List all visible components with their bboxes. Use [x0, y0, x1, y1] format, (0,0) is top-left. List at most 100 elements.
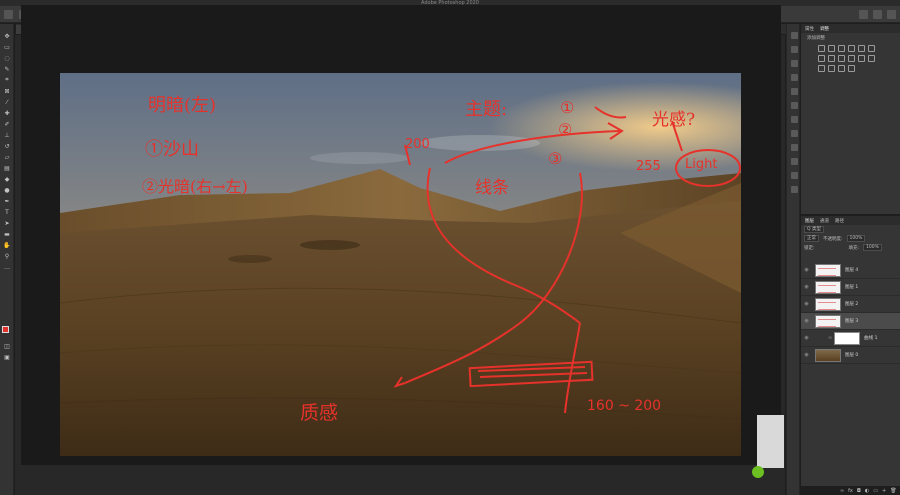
levels-icon[interactable] [828, 45, 835, 52]
hue-saturation-icon[interactable] [868, 45, 875, 52]
workspace-icon[interactable] [873, 9, 882, 19]
color-lookup-icon[interactable] [858, 55, 865, 62]
visibility-eye-icon[interactable]: ◉ [803, 335, 810, 341]
type-tool-icon[interactable]: T [3, 208, 11, 216]
layer-row[interactable]: ◉ 图层 0 [801, 347, 900, 364]
annotation-circle-3: ③ [548, 149, 563, 168]
exposure-icon[interactable] [848, 45, 855, 52]
add-mask-icon[interactable]: ◘ [857, 488, 861, 494]
curves-icon[interactable] [838, 45, 845, 52]
pen-tool-icon[interactable]: ✒ [3, 197, 11, 205]
tab-channels[interactable]: 通道 [820, 218, 829, 224]
layer-row[interactable]: ◉ 图层 2 [801, 296, 900, 313]
new-group-icon[interactable]: ▭ [873, 488, 878, 494]
gradient-tool-icon[interactable]: ▤ [3, 164, 11, 172]
crop-tool-icon[interactable]: ⌗ [3, 76, 11, 84]
info-panel-icon[interactable] [791, 172, 798, 179]
layer-mask-thumbnail[interactable] [834, 331, 861, 345]
glyphs-panel-icon[interactable] [791, 144, 798, 151]
color-balance-icon[interactable] [818, 55, 825, 62]
threshold-icon[interactable] [828, 65, 835, 72]
screen-mode-icon[interactable]: ▣ [3, 353, 11, 361]
move-tool-icon[interactable]: ✥ [3, 32, 11, 40]
layer-name: 曲线 1 [864, 336, 878, 341]
channel-mixer-icon[interactable] [848, 55, 855, 62]
hand-tool-icon[interactable]: ✋ [3, 241, 11, 249]
stamp-tool-icon[interactable]: ⊥ [3, 131, 11, 139]
status-indicator-icon[interactable] [752, 466, 764, 478]
adjustment-layer-row[interactable]: ◉ ∞ 曲线 1 [801, 330, 900, 347]
path-select-tool-icon[interactable]: ➤ [3, 219, 11, 227]
eyedropper-tool-icon[interactable]: ⁄ [3, 98, 11, 106]
blur-tool-icon[interactable]: ◆ [3, 175, 11, 183]
frame-tool-icon[interactable]: ⊠ [3, 87, 11, 95]
layer-kind-filter[interactable]: Q 类型 [804, 226, 824, 233]
new-layer-icon[interactable]: + [882, 488, 886, 494]
annotation-range: 160 ~ 200 [587, 398, 662, 414]
more-tools-icon[interactable]: … [3, 263, 11, 271]
blend-mode-select[interactable]: 正常 [804, 235, 819, 242]
desert-photo[interactable]: 明暗(左) ①沙山 ②光暗(右→左) 主题: ① ② ③ 光感? 200 255… [60, 73, 741, 456]
color-panel-icon[interactable] [791, 74, 798, 81]
quick-select-tool-icon[interactable]: ✎ [3, 65, 11, 73]
dodge-tool-icon[interactable]: ● [3, 186, 11, 194]
gradient-map-icon[interactable] [838, 65, 845, 72]
properties-panel-icon[interactable] [791, 46, 798, 53]
navigator-panel-icon[interactable] [791, 158, 798, 165]
adjustments-title: 添加调整 [807, 36, 825, 41]
trash-icon[interactable]: 🗑 [890, 488, 896, 494]
visibility-eye-icon[interactable]: ◉ [803, 318, 810, 324]
posterize-icon[interactable] [818, 65, 825, 72]
new-adjustment-icon[interactable]: ◐ [865, 488, 869, 494]
tab-paths[interactable]: 路径 [835, 218, 844, 224]
visibility-eye-icon[interactable]: ◉ [803, 352, 810, 358]
link-layers-icon[interactable]: ∞ [840, 488, 844, 494]
history-brush-tool-icon[interactable]: ↺ [3, 142, 11, 150]
layer-thumbnail [815, 263, 841, 277]
selective-color-icon[interactable] [848, 65, 855, 72]
lasso-tool-icon[interactable]: ◌ [3, 54, 11, 62]
brush-tool-icon[interactable]: ✐ [3, 120, 11, 128]
actions-panel-icon[interactable] [791, 102, 798, 109]
eraser-tool-icon[interactable]: ▱ [3, 153, 11, 161]
adjustments-panel: 属性 调整 添加调整 [801, 24, 900, 214]
marquee-tool-icon[interactable]: ▭ [3, 43, 11, 51]
layer-opacity-field[interactable]: 100% [846, 235, 866, 242]
layer-row[interactable]: ◉ 图层 4 [801, 262, 900, 279]
fx-icon[interactable]: fx [848, 488, 853, 494]
visibility-eye-icon[interactable]: ◉ [803, 267, 810, 273]
annotation-left-3: ②光暗(右→左) [142, 177, 248, 196]
layer-row-selected[interactable]: ◉ 图层 3 [801, 313, 900, 330]
layer-row[interactable]: ◉ 图层 1 [801, 279, 900, 296]
search-icon[interactable] [859, 9, 868, 19]
brightness-contrast-icon[interactable] [818, 45, 825, 52]
zoom-tool-icon[interactable]: ⚲ [3, 252, 11, 260]
brush-panel-icon[interactable] [791, 88, 798, 95]
tools-panel: ✥ ▭ ◌ ✎ ⌗ ⊠ ⁄ ✚ ✐ ⊥ ↺ ▱ ▤ ◆ ● ✒ T ➤ ▬ ✋ … [0, 24, 14, 495]
lock-label: 锁定: [804, 245, 815, 251]
quick-mask-icon[interactable]: ◫ [3, 342, 11, 350]
history-panel-icon[interactable] [791, 32, 798, 39]
invert-icon[interactable] [868, 55, 875, 62]
vibrance-icon[interactable] [858, 45, 865, 52]
tab-layers[interactable]: 图层 [805, 218, 814, 224]
libraries-panel-icon[interactable] [791, 186, 798, 193]
visibility-eye-icon[interactable]: ◉ [803, 284, 810, 290]
character-panel-icon[interactable] [791, 116, 798, 123]
tab-adjustments[interactable]: 调整 [820, 26, 829, 32]
layer-name: 图层 2 [845, 302, 859, 307]
share-icon[interactable] [887, 9, 896, 19]
annotation-circle-1: ① [560, 98, 575, 117]
tab-properties[interactable]: 属性 [805, 26, 814, 32]
foreground-color-swatch[interactable] [2, 326, 9, 333]
fill-field[interactable]: 100% [863, 244, 882, 251]
paragraph-panel-icon[interactable] [791, 130, 798, 137]
photo-filter-icon[interactable] [838, 55, 845, 62]
black-white-icon[interactable] [828, 55, 835, 62]
healing-tool-icon[interactable]: ✚ [3, 109, 11, 117]
visibility-eye-icon[interactable]: ◉ [803, 301, 810, 307]
shape-tool-icon[interactable]: ▬ [3, 230, 11, 238]
home-icon[interactable] [4, 9, 13, 19]
panel-dock [786, 24, 800, 495]
swatches-panel-icon[interactable] [791, 60, 798, 67]
